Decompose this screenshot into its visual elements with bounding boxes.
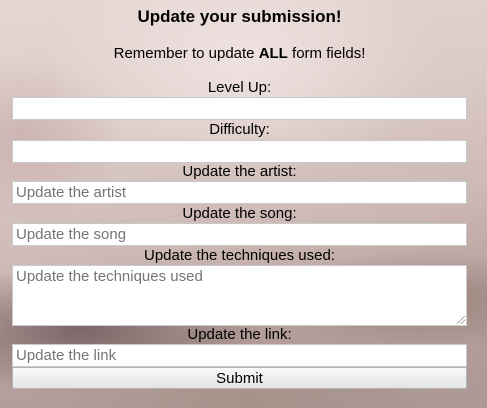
difficulty-label: Difficulty: [209,121,270,138]
techniques-textarea-wrap [12,265,467,326]
page-title: Update your submission! [137,7,342,26]
reminder-suffix: form fields! [287,45,366,62]
artist-input[interactable] [12,181,467,204]
reminder-emphasis: ALL [258,45,288,62]
artist-label: Update the artist: [182,163,297,180]
link-label: Update the link: [187,326,292,343]
song-input[interactable] [12,223,467,246]
techniques-textarea[interactable] [12,265,467,326]
level-up-label: Level Up: [207,79,272,96]
difficulty-input[interactable] [12,140,467,163]
reminder-prefix: Remember to update [113,45,259,62]
song-label: Update the song: [182,205,297,222]
reminder-text: Remember to update ALL form fields! [12,45,467,62]
level-up-input[interactable] [12,97,467,120]
techniques-label: Update the techniques used: [144,247,335,264]
submit-button[interactable]: Submit [12,367,467,389]
link-input[interactable] [12,344,467,367]
